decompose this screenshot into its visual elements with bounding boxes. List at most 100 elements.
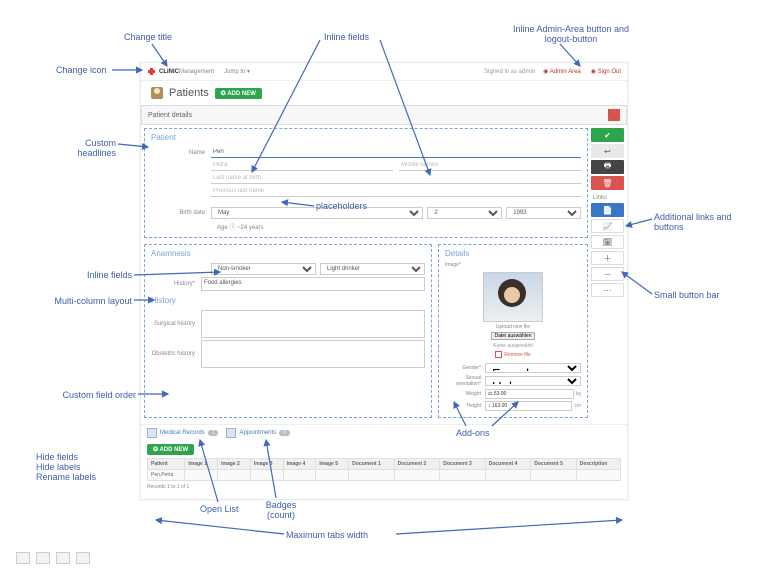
upload-label: Upload new file <box>439 324 587 330</box>
annot-additional-links: Additional links and buttons <box>654 212 744 232</box>
annot-custom-order: Custom field order <box>36 390 136 400</box>
medical-records-icon <box>147 428 157 438</box>
link-button-3[interactable]: 🗓 <box>591 235 624 249</box>
label-obstetric: Obstetric history <box>151 351 201 357</box>
section-head-details: Details <box>439 245 587 262</box>
records-info: Records 1 to 1 of 1 <box>147 481 621 493</box>
badge-medrec: 1 <box>208 430 219 436</box>
patient-photo <box>483 272 543 322</box>
annot-change-icon: Change icon <box>56 65 107 75</box>
admin-area-button[interactable]: ◉ Admin Area <box>543 68 581 75</box>
label-name: Name <box>151 150 211 156</box>
add-new-record-button[interactable]: ✪ ADD NEW <box>147 444 194 455</box>
topbar: CLINICManagement Jump to ▾ Signed in as … <box>141 63 627 81</box>
middle-name-input[interactable] <box>399 160 581 171</box>
no-file-label: Keine ausgewählt <box>493 343 532 349</box>
annot-custom-headlines: Custom headlines <box>46 138 116 158</box>
previous-last-name-input[interactable] <box>211 186 581 197</box>
annot-small-btn: Small button bar <box>654 290 744 300</box>
annot-badges: Badges (count) <box>256 500 306 520</box>
section-head-anamnesis: Anamnesis <box>145 245 431 262</box>
jump-to-menu[interactable]: Jump to ▾ <box>224 68 250 75</box>
annot-max-tabs: Maximum tabs width <box>286 530 368 540</box>
gender-select[interactable]: Female <box>485 363 581 373</box>
label-history: History* <box>151 281 201 287</box>
zoom-out-button[interactable]: － <box>591 267 624 281</box>
delete-button[interactable]: 🗑 <box>591 176 624 190</box>
link-button-2[interactable]: 📈 <box>591 219 624 233</box>
label-image: Image* <box>439 262 587 268</box>
annot-inline-admin: Inline Admin-Area button and logout-butt… <box>506 24 636 44</box>
history-textarea[interactable]: Food allergies <box>201 277 425 291</box>
last-name-birth-input[interactable] <box>211 173 581 184</box>
add-new-button[interactable]: ✪ ADD NEW <box>215 88 262 99</box>
annot-open-list: Open List <box>200 504 239 514</box>
remove-file-checkbox[interactable] <box>495 351 502 358</box>
detail-bar: Patient details i <box>141 105 627 125</box>
name-input[interactable] <box>211 147 581 158</box>
print-button[interactable]: 🖶 <box>591 160 624 174</box>
nav-icon-3[interactable] <box>56 552 70 564</box>
label-surgical: Surgical history <box>151 321 201 327</box>
table-row[interactable]: Pen,Petra <box>148 470 621 481</box>
tab-appointments[interactable]: Appointments0 <box>226 428 289 438</box>
label-sexor: Sexual orientation* <box>445 375 485 387</box>
choose-file-button[interactable]: Datei auswählen <box>491 332 536 340</box>
more-button[interactable]: ⋯ <box>591 283 624 297</box>
remove-file-row[interactable]: Remove file <box>439 351 587 358</box>
save-button[interactable]: ✔ <box>591 128 624 142</box>
obstetric-textarea[interactable] <box>201 340 425 368</box>
links-label: Links <box>591 195 624 201</box>
first-name-input[interactable] <box>211 160 393 171</box>
appointments-icon <box>226 428 236 438</box>
patient-section: Patient Name Birth date <box>144 128 588 238</box>
page-header: Patients ✪ ADD NEW <box>141 81 627 105</box>
patients-icon <box>151 87 163 99</box>
table-header-row: PatientImage 1Image 2Image 3Image 4Image… <box>148 459 621 470</box>
weight-unit: kg <box>574 391 581 397</box>
tab-medical-records[interactable]: Medical Records1 <box>147 428 218 438</box>
bottom-toolbar <box>16 552 90 564</box>
surgical-textarea[interactable] <box>201 310 425 338</box>
label-weight: Weight <box>445 391 485 397</box>
height-value: ↕ 163.00 <box>485 401 572 411</box>
logo-icon <box>147 67 156 76</box>
label-age: Age <box>217 225 228 231</box>
info-button[interactable]: i <box>608 109 620 121</box>
weight-value: ⚖ 53.00 <box>485 389 574 399</box>
annot-inline-fields: Inline fields <box>324 32 369 42</box>
nav-icon-1[interactable] <box>16 552 30 564</box>
back-button[interactable]: ↩ <box>591 144 624 158</box>
annot-multi-column: Multi-column layout <box>36 296 132 306</box>
signed-in-as: Signed in as admin <box>484 69 535 75</box>
age-value: ~24 years <box>237 225 264 231</box>
birth-day-select[interactable]: 2 <box>427 207 502 219</box>
zoom-in-button[interactable]: ＋ <box>591 251 624 265</box>
label-gender: Gender* <box>445 365 485 371</box>
app-window: CLINICManagement Jump to ▾ Signed in as … <box>140 62 628 500</box>
annot-hide-fields: Hide fields Hide labels Rename labels <box>36 452 126 482</box>
side-button-bar: ✔ ↩ 🖶 🗑 Links 📄 📈 🗓 ＋ － ⋯ <box>591 125 627 421</box>
page-title: Patients <box>169 87 209 99</box>
height-unit: cm <box>572 403 581 409</box>
nav-icon-2[interactable] <box>36 552 50 564</box>
label-height: Height <box>445 403 485 409</box>
brand: CLINICManagement <box>159 69 214 75</box>
sign-out-button[interactable]: ◉ Sign Out <box>591 68 621 75</box>
birth-year-select[interactable]: 1993 <box>506 207 581 219</box>
drinker-select[interactable]: Light drinker <box>320 263 425 275</box>
birth-month-select[interactable]: May <box>211 207 423 219</box>
badge-appt: 0 <box>279 430 290 436</box>
records-table: PatientImage 1Image 2Image 3Image 4Image… <box>147 458 621 481</box>
detail-bar-title: Patient details <box>148 112 192 119</box>
sexor-select[interactable]: Unknown <box>485 376 581 386</box>
section-head-patient: Patient <box>145 129 587 146</box>
link-button-1[interactable]: 📄 <box>591 203 624 217</box>
section-head-history: History <box>145 292 431 309</box>
annot-inline-fields2: Inline fields <box>66 270 132 280</box>
annot-change-title: Change title <box>124 32 172 42</box>
child-tabs: Medical Records1 Appointments0 <box>141 424 627 441</box>
nav-icon-4[interactable] <box>76 552 90 564</box>
label-birthdate: Birth date <box>151 210 211 216</box>
smoker-select[interactable]: Non-smoker <box>211 263 316 275</box>
